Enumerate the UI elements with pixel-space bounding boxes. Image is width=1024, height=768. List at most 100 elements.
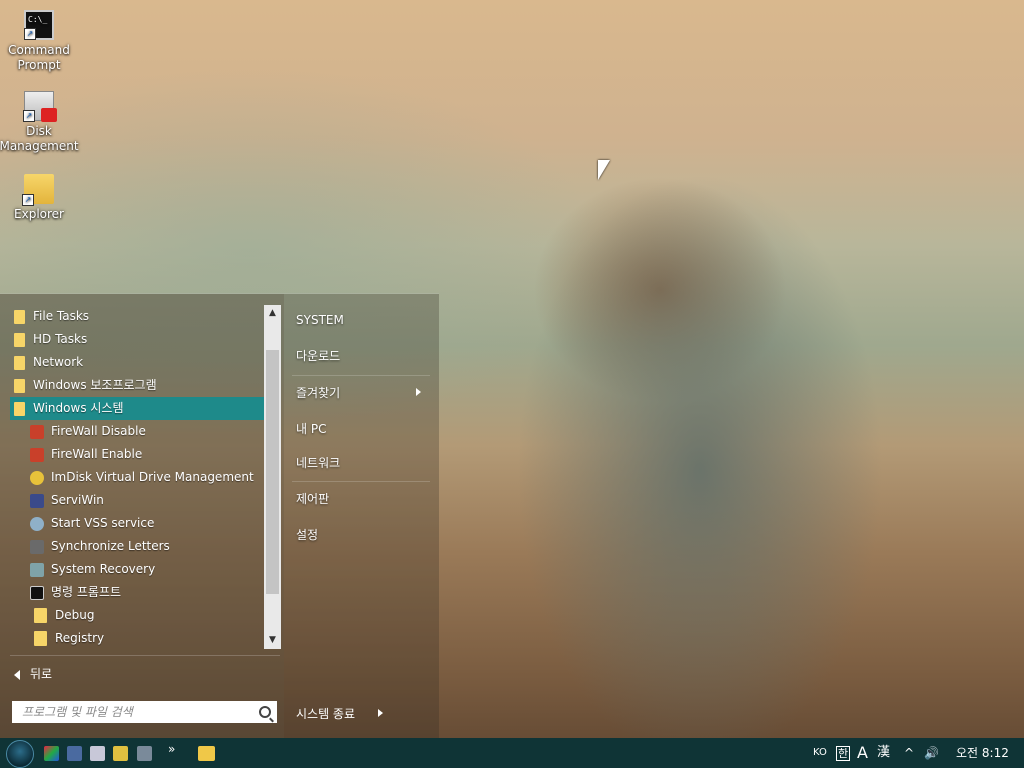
menu-item-label: Debug [55, 608, 95, 622]
place-system[interactable]: SYSTEM [296, 313, 344, 327]
search-icon[interactable] [259, 706, 271, 718]
menu-item-label: Windows 보조프로그램 [33, 378, 157, 392]
show-hidden-icons-button[interactable]: ^ [904, 738, 914, 768]
gear-icon [30, 516, 44, 531]
programs-scrollbar[interactable]: ▲ ▼ [264, 305, 281, 649]
sync-icon [30, 539, 44, 554]
menu-item-windows-accessories[interactable]: Windows 보조프로그램 [10, 374, 264, 397]
menu-item-label: Synchronize Letters [51, 539, 170, 553]
start-menu-places-pane: SYSTEM 다운로드 즐겨찾기 내 PC 네트워크 제어판 설정 시스템 종료 [284, 294, 439, 739]
scroll-up-icon[interactable]: ▲ [264, 305, 281, 322]
folder-icon [14, 309, 25, 324]
search-input[interactable]: 프로그램 및 파일 검색 [12, 701, 277, 723]
programs-list: File Tasks HD Tasks Network Windows 보조프로… [10, 305, 264, 650]
menu-item-label: ImDisk Virtual Drive Management [51, 470, 254, 484]
ime-han-label: 한 [836, 746, 851, 761]
menu-item-label: Network [33, 355, 84, 369]
menu-item-firewall-disable[interactable]: FireWall Disable [10, 420, 264, 443]
folder-icon [14, 378, 25, 393]
quick-launch-more-button[interactable]: » [168, 742, 175, 756]
shutdown-button[interactable]: 시스템 종료 [296, 705, 355, 722]
mouse-cursor-icon [598, 160, 610, 180]
divider [292, 375, 430, 376]
computer-management-icon[interactable] [137, 746, 152, 761]
scroll-thumb[interactable] [266, 350, 279, 594]
place-favorites[interactable]: 즐겨찾기 [296, 384, 340, 401]
command-prompt-icon: ↗ [24, 10, 54, 40]
menu-item-label: Registry [55, 631, 105, 645]
menu-item-label: FireWall Enable [51, 447, 143, 461]
desktop-icon-label: Command [8, 43, 70, 57]
menu-item-hd-tasks[interactable]: HD Tasks [10, 328, 264, 351]
desktop-icon-explorer[interactable]: ↗ Explorer [0, 174, 79, 222]
menu-item-system-recovery[interactable]: System Recovery [10, 558, 264, 581]
shutdown-label: 시스템 종료 [296, 707, 356, 721]
divider [10, 655, 280, 656]
scroll-down-icon[interactable]: ▼ [264, 632, 281, 649]
ime-mode-indicator[interactable]: A [857, 738, 868, 768]
menu-item-label: File Tasks [33, 309, 90, 323]
ime-han-indicator[interactable]: 한 [836, 738, 851, 768]
start-menu: File Tasks HD Tasks Network Windows 보조프로… [0, 293, 439, 739]
tools-icon[interactable] [113, 746, 128, 761]
menu-item-label: System Recovery [51, 562, 156, 576]
menu-item-command-prompt[interactable]: 명령 프롬프트 [10, 581, 264, 604]
place-settings[interactable]: 설정 [296, 526, 318, 543]
desktop-icon-command-prompt[interactable]: ↗ Command Prompt [0, 10, 79, 73]
command-prompt-icon [30, 585, 44, 600]
menu-item-synchronize-letters[interactable]: Synchronize Letters [10, 535, 264, 558]
shutdown-options-arrow-icon[interactable] [378, 709, 383, 717]
volume-icon[interactable]: 🔊 [924, 738, 939, 768]
menu-item-serviwin[interactable]: ServiWin [10, 489, 264, 512]
folder-icon [14, 401, 25, 416]
folder-icon [34, 631, 47, 646]
firewall-icon [30, 447, 44, 462]
menu-item-file-tasks[interactable]: File Tasks [10, 305, 264, 328]
browser-icon[interactable] [44, 746, 59, 761]
divider [292, 481, 430, 482]
menu-item-registry[interactable]: Registry [10, 627, 264, 650]
desktop-icon-disk-management[interactable]: ↗ Disk Management [0, 91, 79, 154]
menu-item-label: 명령 프롬프트 [51, 585, 122, 599]
disk-management-icon: ↗ [23, 91, 57, 122]
language-indicator[interactable]: KO [813, 738, 827, 768]
back-label: 뒤로 [30, 667, 53, 681]
menu-item-network[interactable]: Network [10, 351, 264, 374]
clock[interactable]: 오전 8:12 [956, 738, 1009, 768]
place-control-panel[interactable]: 제어판 [296, 490, 329, 507]
menu-item-label: ServiWin [51, 493, 104, 507]
place-this-pc[interactable]: 내 PC [296, 420, 326, 437]
folder-icon [14, 332, 25, 347]
desktop-icon-label: Prompt [17, 58, 61, 72]
place-downloads[interactable]: 다운로드 [296, 347, 340, 364]
desktop-icon-label: Management [0, 139, 79, 153]
recovery-icon [30, 562, 44, 577]
start-button[interactable] [6, 740, 34, 768]
place-network[interactable]: 네트워크 [296, 454, 340, 471]
menu-item-label: HD Tasks [33, 332, 88, 346]
submenu-arrow-icon [416, 388, 421, 396]
desktop-icon-label: Explorer [14, 207, 64, 221]
menu-item-label: Start VSS service [51, 516, 155, 530]
menu-item-label: Windows 시스템 [33, 401, 124, 415]
menu-item-imdisk[interactable]: ImDisk Virtual Drive Management [10, 466, 264, 489]
start-menu-programs-pane: File Tasks HD Tasks Network Windows 보조프로… [0, 294, 284, 739]
ime-hanja-indicator[interactable]: 漢 [877, 738, 890, 768]
disk-icon [30, 470, 44, 485]
desktop-icon-label: Disk [26, 124, 52, 138]
control-panel-icon[interactable] [90, 746, 105, 761]
menu-item-firewall-enable[interactable]: FireWall Enable [10, 443, 264, 466]
back-button[interactable]: 뒤로 [14, 664, 52, 684]
menu-item-debug[interactable]: Debug [10, 604, 264, 627]
taskbar: » KO 한 A 漢 ^ 🔊 오전 8:12 [0, 738, 1024, 768]
search-placeholder: 프로그램 및 파일 검색 [22, 705, 133, 719]
menu-item-start-vss[interactable]: Start VSS service [10, 512, 264, 535]
menu-item-windows-system[interactable]: Windows 시스템 [10, 397, 264, 420]
back-arrow-icon [14, 669, 20, 680]
explorer-folder-icon: ↗ [22, 174, 54, 206]
menu-item-label: FireWall Disable [51, 424, 146, 438]
services-icon [30, 493, 44, 508]
folder-icon [34, 608, 47, 623]
device-manager-icon[interactable] [67, 746, 82, 761]
file-explorer-icon[interactable] [198, 746, 215, 761]
